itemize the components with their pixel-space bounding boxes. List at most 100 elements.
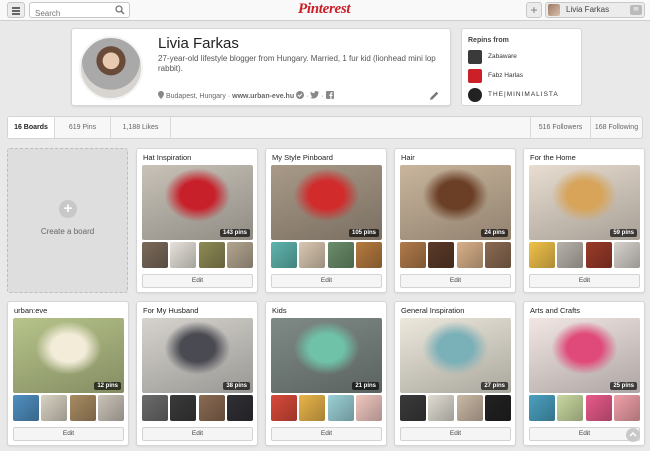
- board-title[interactable]: Hair: [401, 153, 415, 162]
- board-thumbnail[interactable]: [97, 395, 124, 421]
- website-link[interactable]: www.urban-eve.hu: [232, 93, 294, 100]
- board-card[interactable]: urban:eve 12 pins Edit: [7, 301, 129, 446]
- board-card[interactable]: My Style Pinboard 105 pins Edit: [265, 148, 387, 293]
- board-thumbnail[interactable]: [299, 242, 326, 268]
- board-card[interactable]: Hair 24 pins Edit: [394, 148, 516, 293]
- scroll-to-top-button[interactable]: [626, 428, 640, 442]
- edit-board-button[interactable]: Edit: [529, 274, 640, 288]
- search-input[interactable]: [30, 6, 110, 21]
- board-card[interactable]: Hat Inspiration 143 pins Edit: [136, 148, 258, 293]
- tab-boards[interactable]: 16 Boards: [8, 117, 55, 138]
- board-thumbnail[interactable]: [428, 242, 455, 268]
- board-thumbnail[interactable]: [529, 242, 555, 268]
- board-thumbnail[interactable]: [557, 395, 584, 421]
- board-cover-image[interactable]: 21 pins: [271, 318, 382, 393]
- board-thumbnail[interactable]: [327, 242, 354, 268]
- board-thumbnail[interactable]: [271, 242, 297, 268]
- search-icon[interactable]: [115, 5, 125, 15]
- board-cover-image[interactable]: 12 pins: [13, 318, 124, 393]
- board-thumbnail[interactable]: [170, 242, 197, 268]
- board-thumbnail[interactable]: [299, 395, 326, 421]
- pinterest-logo[interactable]: Pinterest: [298, 1, 351, 18]
- board-title[interactable]: Kids: [272, 306, 287, 315]
- board-thumbnail[interactable]: [484, 242, 511, 268]
- board-title[interactable]: General Inspiration: [401, 306, 464, 315]
- tab-pins[interactable]: 619 Pins: [55, 117, 111, 138]
- board-thumbnails: [13, 395, 124, 421]
- board-card[interactable]: Kids 21 pins Edit: [265, 301, 387, 446]
- board-thumbnail[interactable]: [13, 395, 39, 421]
- edit-board-button[interactable]: Edit: [271, 274, 382, 288]
- messages-icon[interactable]: ✉: [630, 5, 642, 15]
- board-card[interactable]: For the Home 59 pins Edit: [523, 148, 645, 293]
- board-thumbnail[interactable]: [142, 242, 168, 268]
- board-title[interactable]: urban:eve: [14, 306, 47, 315]
- edit-board-button[interactable]: Edit: [142, 427, 253, 441]
- edit-board-button[interactable]: Edit: [400, 427, 511, 441]
- board-title[interactable]: Arts and Crafts: [530, 306, 580, 315]
- board-thumbnail[interactable]: [456, 242, 483, 268]
- user-menu-button[interactable]: Livia Farkas ✉: [545, 2, 645, 18]
- board-thumbnail[interactable]: [198, 242, 225, 268]
- repins-from-panel: Repins from Zabaware Fabz Harlas THE|MIN…: [461, 28, 582, 106]
- board-thumbnail[interactable]: [428, 395, 455, 421]
- board-cover-image[interactable]: 143 pins: [142, 165, 253, 240]
- board-card[interactable]: Arts and Crafts 25 pins Edit: [523, 301, 645, 446]
- board-thumbnail[interactable]: [585, 242, 612, 268]
- repins-heading: Repins from: [468, 37, 509, 44]
- twitter-icon[interactable]: [310, 91, 320, 99]
- plus-icon: +: [59, 200, 77, 218]
- board-title[interactable]: My Style Pinboard: [272, 153, 333, 162]
- tab-followers[interactable]: 516 Followers: [530, 117, 590, 138]
- edit-board-button[interactable]: Edit: [271, 427, 382, 441]
- board-thumbnail[interactable]: [271, 395, 297, 421]
- board-cover-image[interactable]: 27 pins: [400, 318, 511, 393]
- board-thumbnail[interactable]: [456, 395, 483, 421]
- user-name: Livia Farkas: [566, 5, 610, 14]
- menu-button[interactable]: [7, 2, 25, 18]
- board-card[interactable]: General Inspiration 27 pins Edit: [394, 301, 516, 446]
- board-thumbnail[interactable]: [327, 395, 354, 421]
- board-card[interactable]: For My Husband 38 pins Edit: [136, 301, 258, 446]
- edit-board-button[interactable]: Edit: [13, 427, 124, 441]
- board-thumbnail[interactable]: [400, 395, 426, 421]
- repin-source-avatar: [468, 88, 482, 102]
- board-cover-image[interactable]: 38 pins: [142, 318, 253, 393]
- board-thumbnail[interactable]: [484, 395, 511, 421]
- board-thumbnail[interactable]: [613, 242, 640, 268]
- board-thumbnail[interactable]: [41, 395, 68, 421]
- board-cover-image[interactable]: 105 pins: [271, 165, 382, 240]
- board-thumbnails: [400, 395, 511, 421]
- create-board-tile[interactable]: + Create a board: [7, 148, 128, 293]
- board-thumbnail[interactable]: [198, 395, 225, 421]
- facebook-icon[interactable]: [325, 91, 334, 99]
- board-thumbnail[interactable]: [170, 395, 197, 421]
- edit-board-button[interactable]: Edit: [142, 274, 253, 288]
- board-thumbnail[interactable]: [613, 395, 640, 421]
- tab-following[interactable]: 168 Following: [590, 117, 642, 138]
- board-thumbnail[interactable]: [226, 395, 253, 421]
- board-thumbnail[interactable]: [69, 395, 96, 421]
- board-cover-image[interactable]: 24 pins: [400, 165, 511, 240]
- edit-profile-icon[interactable]: [430, 91, 439, 100]
- board-title[interactable]: Hat Inspiration: [143, 153, 191, 162]
- board-thumbnail[interactable]: [557, 242, 584, 268]
- board-thumbnail[interactable]: [355, 395, 382, 421]
- board-thumbnails: [529, 242, 640, 268]
- board-cover-image[interactable]: 25 pins: [529, 318, 640, 393]
- repin-source-name: Fabz Harlas: [488, 72, 524, 79]
- board-thumbnail[interactable]: [355, 242, 382, 268]
- board-thumbnail[interactable]: [529, 395, 555, 421]
- edit-board-button[interactable]: Edit: [400, 274, 511, 288]
- board-thumbnail[interactable]: [226, 242, 253, 268]
- board-thumbnail[interactable]: [142, 395, 168, 421]
- board-thumbnail[interactable]: [400, 242, 426, 268]
- board-cover-image[interactable]: 59 pins: [529, 165, 640, 240]
- board-thumbnail[interactable]: [585, 395, 612, 421]
- tab-likes[interactable]: 1,188 Likes: [111, 117, 171, 138]
- edit-board-button[interactable]: Edit: [529, 427, 640, 441]
- board-title[interactable]: For the Home: [530, 153, 576, 162]
- add-pin-button[interactable]: +: [526, 2, 542, 18]
- board-title[interactable]: For My Husband: [143, 306, 198, 315]
- user-avatar: [548, 4, 560, 16]
